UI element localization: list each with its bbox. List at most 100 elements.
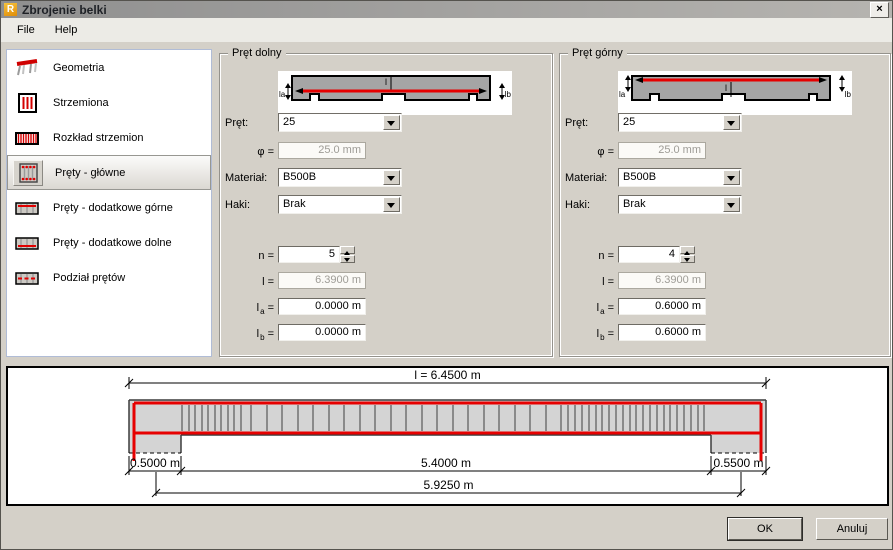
sidebar: Geometria Strzemiona Rozkład strzemion P…: [6, 49, 212, 357]
mini-dim-lb: lb: [845, 90, 852, 99]
mini-dim-la: la: [619, 90, 626, 99]
pret-label: Pręt:: [565, 117, 589, 129]
chevron-down-icon[interactable]: [383, 197, 400, 212]
phi-field: 25.0 mm: [278, 142, 366, 159]
n-stepper: [680, 246, 695, 263]
n-input[interactable]: 4: [618, 246, 680, 263]
sidebar-item-prety-dodatkowe-gorne[interactable]: Pręty - dodatkowe górne: [7, 190, 211, 225]
haki-label: Haki:: [225, 199, 251, 211]
sidebar-item-label: Strzemiona: [53, 96, 109, 109]
geometry-icon: [13, 56, 41, 80]
additional-top-bars-icon: [13, 196, 41, 220]
material-select-value: B500B: [623, 171, 657, 183]
l-field: 6.3900 m: [278, 272, 366, 289]
sidebar-item-prety-glowne[interactable]: Pręty - główne: [7, 155, 211, 190]
haki-select[interactable]: Brak: [278, 195, 402, 214]
sidebar-item-label: Pręty - dodatkowe górne: [53, 201, 173, 214]
la-label: la =: [256, 302, 274, 317]
material-select-value: B500B: [283, 171, 317, 183]
group-title: Pręt górny: [568, 46, 627, 60]
chevron-down-icon[interactable]: [723, 170, 740, 185]
window-title: Zbrojenie belki: [22, 2, 107, 17]
close-button[interactable]: ×: [870, 1, 889, 18]
n-label: n =: [258, 250, 274, 262]
sidebar-item-podzial-pretow[interactable]: Podział prętów: [7, 260, 211, 295]
spin-down-button[interactable]: [680, 255, 695, 263]
material-label: Materiał:: [225, 172, 268, 184]
main-bars-icon: [13, 159, 43, 186]
l-label: l =: [262, 276, 274, 288]
haki-select[interactable]: Brak: [618, 195, 742, 214]
chevron-down-icon[interactable]: [383, 170, 400, 185]
la-input[interactable]: 0.6000 m: [618, 298, 706, 315]
haki-label: Haki:: [565, 199, 591, 211]
spin-down-button[interactable]: [340, 255, 355, 263]
l-field: 6.3900 m: [618, 272, 706, 289]
sidebar-item-label: Geometria: [53, 61, 105, 74]
pret-select-value: 25: [283, 116, 296, 128]
material-select[interactable]: B500B: [278, 168, 402, 187]
spin-up-button[interactable]: [340, 246, 355, 255]
dim-label-right: 0.5500 m: [713, 456, 763, 470]
sidebar-item-label: Podział prętów: [53, 271, 126, 284]
bar-division-icon: [13, 266, 41, 290]
la-label: la =: [596, 302, 614, 317]
chevron-down-icon[interactable]: [723, 197, 740, 212]
phi-label: φ =: [257, 146, 274, 158]
sidebar-item-rozklad-strzemion[interactable]: Rozkład strzemion: [7, 120, 211, 155]
sidebar-item-prety-dodatkowe-dolne[interactable]: Pręty - dodatkowe dolne: [7, 225, 211, 260]
dim-label-left: 0.5000 m: [130, 456, 180, 470]
lb-label: lb =: [256, 328, 274, 343]
close-icon: ×: [876, 2, 883, 15]
dim-label-middle: 5.4000 m: [421, 456, 471, 470]
group-title: Pręt dolny: [228, 46, 286, 60]
material-label: Materiał:: [565, 172, 608, 184]
mini-dim-la: la: [279, 90, 286, 99]
la-input[interactable]: 0.0000 m: [278, 298, 366, 315]
sidebar-item-label: Rozkład strzemion: [53, 131, 144, 144]
lb-input[interactable]: 0.6000 m: [618, 324, 706, 341]
stirrup-distribution-icon: [13, 126, 41, 150]
title-bar[interactable]: R Zbrojenie belki ×: [1, 1, 892, 18]
cancel-button[interactable]: Anuluj: [816, 518, 888, 540]
mini-dim-l: l: [385, 77, 387, 87]
haki-select-value: Brak: [283, 198, 306, 210]
spin-up-button[interactable]: [680, 246, 695, 255]
group-pret-dolny: Pręt dolny l la lb Pręt: 25 φ = 25.0 mm …: [219, 46, 553, 357]
phi-label: φ =: [597, 146, 614, 158]
material-select[interactable]: B500B: [618, 168, 742, 187]
sidebar-item-geometria[interactable]: Geometria: [7, 50, 211, 85]
sidebar-item-label: Pręty - dodatkowe dolne: [53, 236, 172, 249]
n-label: n =: [598, 250, 614, 262]
dim-label-overall: 5.9250 m: [423, 478, 473, 492]
additional-bottom-bars-icon: [13, 231, 41, 255]
pret-select[interactable]: 25: [618, 113, 742, 132]
haki-select-value: Brak: [623, 198, 646, 210]
pret-label: Pręt:: [225, 117, 249, 129]
chevron-down-icon[interactable]: [383, 115, 400, 130]
dialog-window: R Zbrojenie belki × File Help Geometria: [0, 0, 893, 550]
beam-section-diagram-bottom: l la lb: [278, 71, 512, 115]
menu-file[interactable]: File: [7, 21, 45, 39]
group-pret-gorny: Pręt górny l la lb Pręt: 25 φ = 25.0 mm …: [559, 46, 891, 357]
dim-label-total: l = 6.4500 m: [414, 368, 480, 382]
lb-input[interactable]: 0.0000 m: [278, 324, 366, 341]
n-input[interactable]: 5: [278, 246, 340, 263]
menu-help[interactable]: Help: [45, 21, 88, 39]
phi-field: 25.0 mm: [618, 142, 706, 159]
l-label: l =: [602, 276, 614, 288]
beam-elevation-drawing: l = 6.4500 m 0.5000 m 5.4000 m 0.5500 m 5.92…: [124, 368, 771, 498]
beam-elevation-panel: l = 6.4500 m 0.5000 m 5.4000 m 0.5500 m 5.92…: [6, 366, 889, 506]
ok-button[interactable]: OK: [728, 518, 802, 540]
pret-select[interactable]: 25: [278, 113, 402, 132]
sidebar-item-strzemiona[interactable]: Strzemiona: [7, 85, 211, 120]
lb-label: lb =: [596, 328, 614, 343]
n-stepper: [340, 246, 355, 263]
app-logo-icon: R: [4, 3, 17, 16]
pret-select-value: 25: [623, 116, 636, 128]
beam-section-diagram-top: l la lb: [618, 71, 852, 115]
menu-bar: File Help: [1, 18, 892, 42]
chevron-down-icon[interactable]: [723, 115, 740, 130]
mini-dim-lb: lb: [505, 90, 512, 99]
sidebar-item-label: Pręty - główne: [55, 166, 126, 179]
